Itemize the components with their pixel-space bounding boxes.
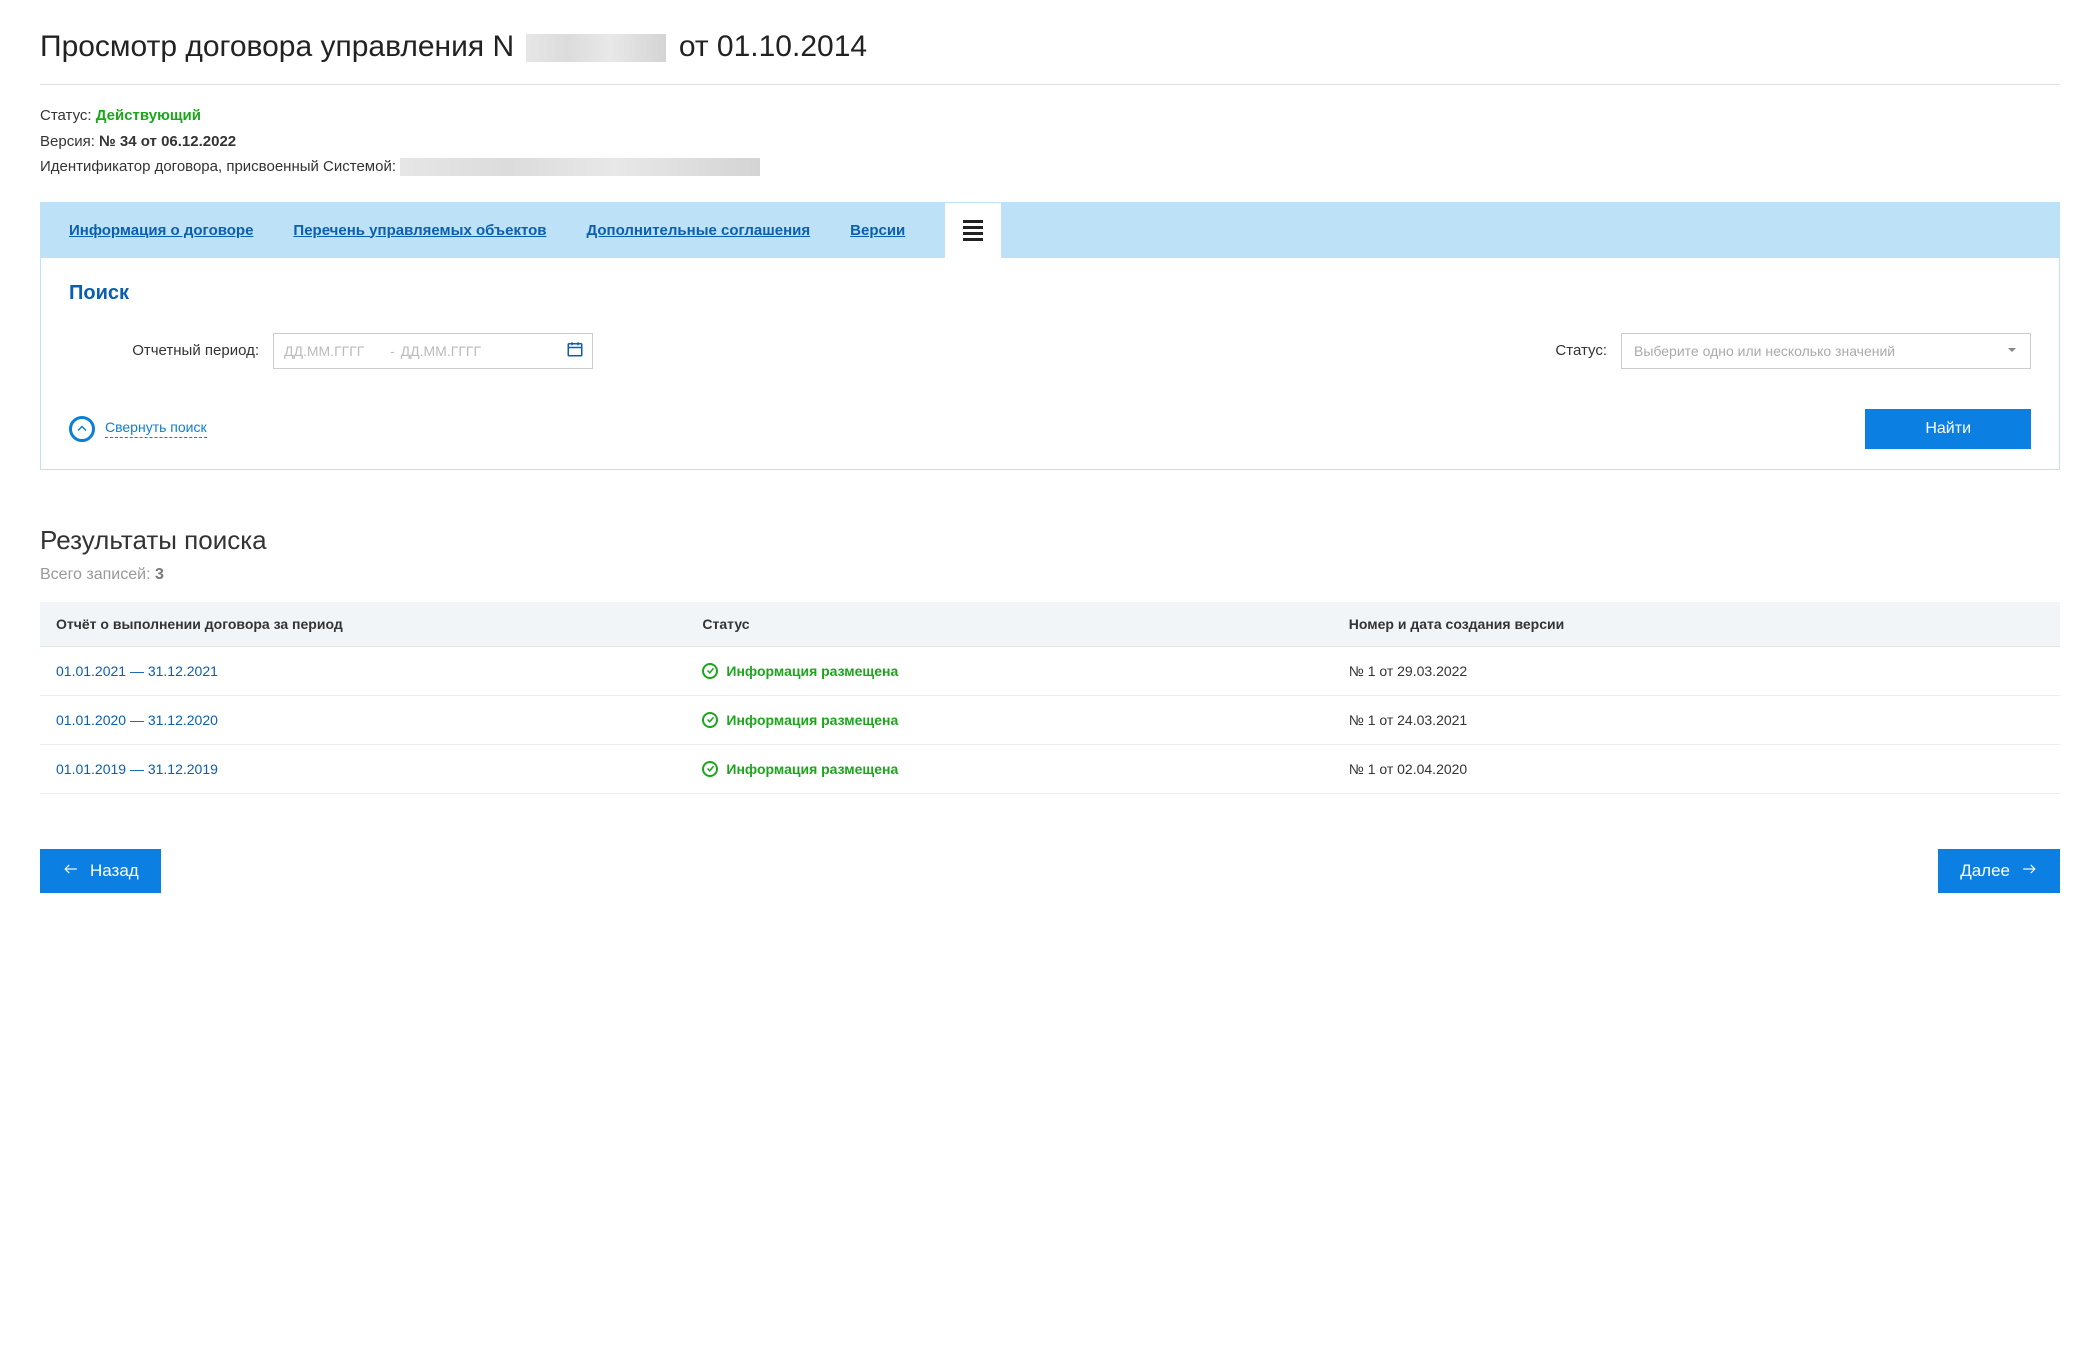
collapse-row: Свернуть поиск Найти xyxy=(69,409,2031,449)
redacted-id xyxy=(400,158,760,176)
collapse-search-link[interactable]: Свернуть поиск xyxy=(69,416,207,442)
period-link[interactable]: 01.01.2019 — 31.12.2019 xyxy=(56,761,218,777)
period-link[interactable]: 01.01.2020 — 31.12.2020 xyxy=(56,712,218,728)
back-button[interactable]: Назад xyxy=(40,849,161,893)
status-label: Статус: xyxy=(40,107,92,124)
search-title: Поиск xyxy=(69,282,2031,305)
table-row: 01.01.2020 — 31.12.2020 Информация размещ… xyxy=(40,695,2060,744)
tab-info[interactable]: Информация о договоре xyxy=(69,203,253,258)
results-title: Результаты поиска xyxy=(40,525,2060,556)
status-cell: Информация размещена xyxy=(702,761,1316,777)
status-text: Информация размещена xyxy=(726,712,898,728)
status-select-placeholder: Выберите одно или несколько значений xyxy=(1634,343,1895,359)
arrow-left-icon xyxy=(62,861,80,881)
main-panel: Информация о договоре Перечень управляем… xyxy=(40,202,2060,470)
calendar-icon[interactable] xyxy=(566,340,584,361)
check-icon xyxy=(702,761,718,777)
page-title: Просмотр договора управления N от 01.10.… xyxy=(40,30,2060,64)
title-prefix: Просмотр договора управления N xyxy=(40,30,514,63)
period-label: Отчетный период: xyxy=(69,342,259,359)
tab-reports-active[interactable] xyxy=(945,203,1001,258)
results-count: Всего записей: 3 xyxy=(40,566,2060,584)
tab-objects[interactable]: Перечень управляемых объектов xyxy=(293,203,546,258)
col-version-header: Номер и дата создания версии xyxy=(1333,602,2060,647)
chevron-up-icon xyxy=(69,416,95,442)
tab-versions[interactable]: Версии xyxy=(850,203,905,258)
status-cell: Информация размещена xyxy=(702,663,1316,679)
version-value: № 34 от 06.12.2022 xyxy=(99,133,236,150)
date-separator: - xyxy=(390,343,395,359)
footer-nav: Назад Далее xyxy=(40,849,2060,893)
next-button[interactable]: Далее xyxy=(1938,849,2060,893)
date-to-input[interactable] xyxy=(401,343,501,359)
status-field: Статус: Выберите одно или несколько знач… xyxy=(1060,333,2031,369)
date-range-input[interactable]: - xyxy=(273,333,593,369)
divider xyxy=(40,84,2060,85)
tabstrip: Информация о договоре Перечень управляем… xyxy=(41,203,2059,258)
check-icon xyxy=(702,663,718,679)
total-value: 3 xyxy=(155,566,164,583)
col-period-header: Отчёт о выполнении договора за период xyxy=(40,602,686,647)
tab-agreements[interactable]: Дополнительные соглашения xyxy=(587,203,811,258)
status-text: Информация размещена xyxy=(726,663,898,679)
next-label: Далее xyxy=(1960,861,2010,881)
status-select[interactable]: Выберите одно или несколько значений xyxy=(1621,333,2031,369)
back-label: Назад xyxy=(90,861,139,881)
status-text: Информация размещена xyxy=(726,761,898,777)
meta-block: Статус: Действующий Версия: № 34 от 06.1… xyxy=(40,103,2060,180)
date-from-input[interactable] xyxy=(284,343,384,359)
version-cell: № 1 от 02.04.2020 xyxy=(1333,744,2060,793)
status-filter-label: Статус: xyxy=(1555,342,1607,359)
check-icon xyxy=(702,712,718,728)
version-cell: № 1 от 24.03.2021 xyxy=(1333,695,2060,744)
title-suffix: от 01.10.2014 xyxy=(679,30,867,63)
id-label: Идентификатор договора, присвоенный Сист… xyxy=(40,158,396,175)
table-row: 01.01.2021 — 31.12.2021 Информация размещ… xyxy=(40,646,2060,695)
chevron-down-icon xyxy=(2006,343,2018,359)
version-cell: № 1 от 29.03.2022 xyxy=(1333,646,2060,695)
version-label: Версия: xyxy=(40,133,95,150)
period-link[interactable]: 01.01.2021 — 31.12.2021 xyxy=(56,663,218,679)
search-button[interactable]: Найти xyxy=(1865,409,2031,449)
search-row: Отчетный период: - Статус: Выберите одно… xyxy=(69,333,2031,369)
search-section: Поиск Отчетный период: - Статус: Выберит… xyxy=(41,258,2059,469)
results-table: Отчёт о выполнении договора за период Ст… xyxy=(40,602,2060,794)
col-status-header: Статус xyxy=(686,602,1332,647)
period-field: Отчетный период: - xyxy=(69,333,1040,369)
redacted-number xyxy=(526,34,666,62)
status-value: Действующий xyxy=(96,107,201,124)
hamburger-icon xyxy=(963,220,983,241)
table-row: 01.01.2019 — 31.12.2019 Информация размещ… xyxy=(40,744,2060,793)
total-label: Всего записей: xyxy=(40,566,151,583)
status-cell: Информация размещена xyxy=(702,712,1316,728)
arrow-right-icon xyxy=(2020,861,2038,881)
collapse-text: Свернуть поиск xyxy=(105,419,207,438)
table-header-row: Отчёт о выполнении договора за период Ст… xyxy=(40,602,2060,647)
